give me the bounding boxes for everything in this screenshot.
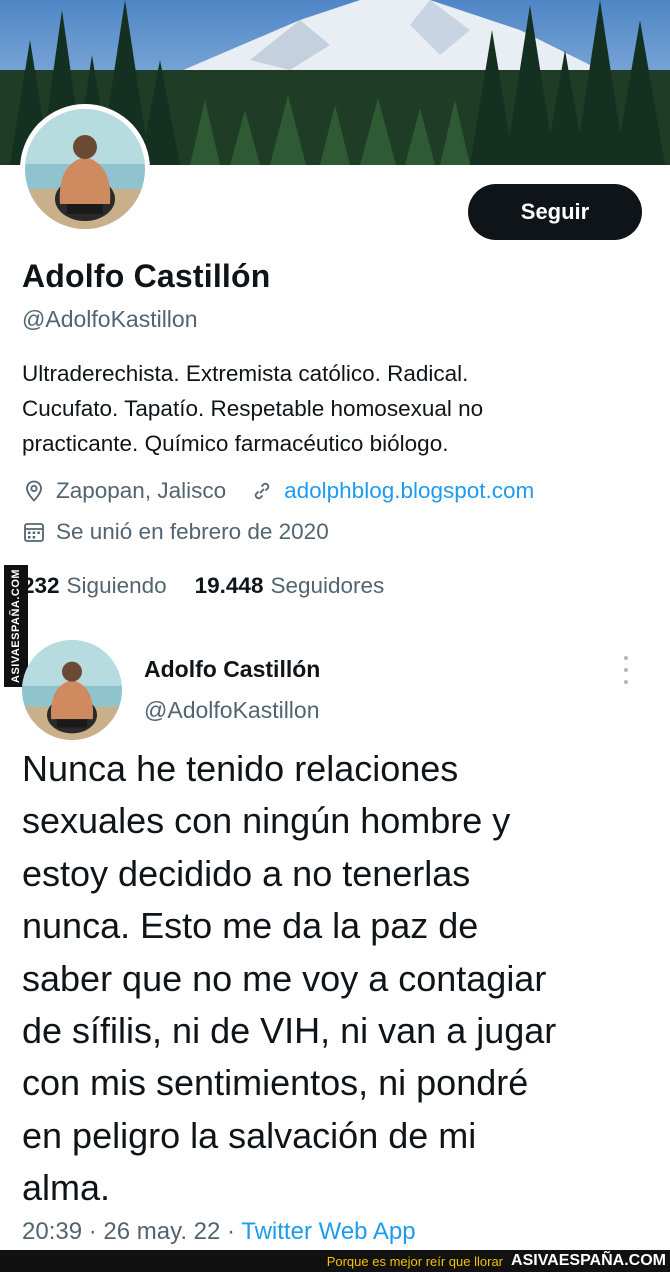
following-link[interactable]: 232 Siguiendo [22,573,167,599]
bio-line: practicante. Químico farmacéutico biólog… [22,431,449,456]
tweet-source-app[interactable]: Twitter Web App [241,1218,415,1245]
profile-joined-date: Se unió en febrero de 2020 [56,519,329,544]
footer-slogan: Porque es mejor reír que llorar [326,1253,504,1269]
footer-brand: ASIVAESPAÑA.COM [511,1252,666,1269]
calendar-icon [22,520,46,544]
tweet-line: de sífilis, ni de VIH, ni van a jugar [22,1010,557,1052]
tweet-date[interactable]: 26 may. 22 [103,1218,220,1245]
bio-line: Ultraderechista. Extremista católico. Ra… [22,361,469,386]
tweet-line: en peligro la salvación de mi [22,1114,477,1156]
tweet-author-name[interactable]: Adolfo Castillón [144,656,320,683]
profile-joined-row: Se unió en febrero de 2020 [22,519,329,545]
tweet-time[interactable]: 20:39 [22,1218,82,1245]
profile-follow-counts: 232 Siguiendo 19.448 Seguidores [22,573,384,599]
footer-watermark-bar: Porque es mejor reír que llorar ASIVAESP… [0,1250,670,1272]
profile-display-name: Adolfo Castillón [22,258,271,294]
profile-handle: @AdolfoKastillon [22,306,198,332]
tweet-line: alma. [22,1167,111,1209]
bio-line: Cucufato. Tapatío. Respetable homosexual… [22,396,484,421]
location-pin-icon [22,479,46,503]
tweet-author-handle[interactable]: @AdolfoKastillon [144,697,320,724]
avatar-photo [22,640,122,740]
avatar-photo [25,109,145,229]
profile-location-row: Zapopan, Jalisco adolphblog.blogspot.com [22,478,534,504]
tweet-line: con mis sentimientos, ni pondré [22,1062,529,1104]
tweet-line: estoy decidido a no tenerlas [22,852,471,894]
profile-avatar[interactable] [20,104,150,234]
followers-count: 19.448 [194,573,264,598]
link-icon [250,479,274,503]
separator-dot: · [227,1218,242,1245]
followers-link[interactable]: 19.448 Seguidores [195,573,385,599]
follow-button[interactable]: Seguir [468,184,642,240]
tweet-line: nunca. Esto me da la paz de [22,905,479,947]
side-watermark: ASIVAESPAÑA.COM [4,565,28,687]
profile-website-link[interactable]: adolphblog.blogspot.com [284,478,534,504]
tweet-metadata: 20:39 · 26 may. 22 · Twitter Web App [22,1218,416,1246]
tweet-line: saber que no me voy a contagiar [22,957,547,999]
separator-dot: · [88,1218,104,1245]
tweet-text: Nunca he tenido relaciones sexuales con … [22,743,642,1215]
profile-bio: Ultraderechista. Extremista católico. Ra… [22,356,622,461]
profile-location: Zapopan, Jalisco [56,478,227,503]
tweet-line: sexuales con ningún hombre y [22,800,511,842]
tweet-line: Nunca he tenido relaciones [22,748,459,789]
tweet-avatar[interactable] [22,640,122,740]
more-options-icon[interactable] [618,656,634,684]
following-label: Siguiendo [66,573,167,598]
followers-label: Seguidores [270,573,385,598]
